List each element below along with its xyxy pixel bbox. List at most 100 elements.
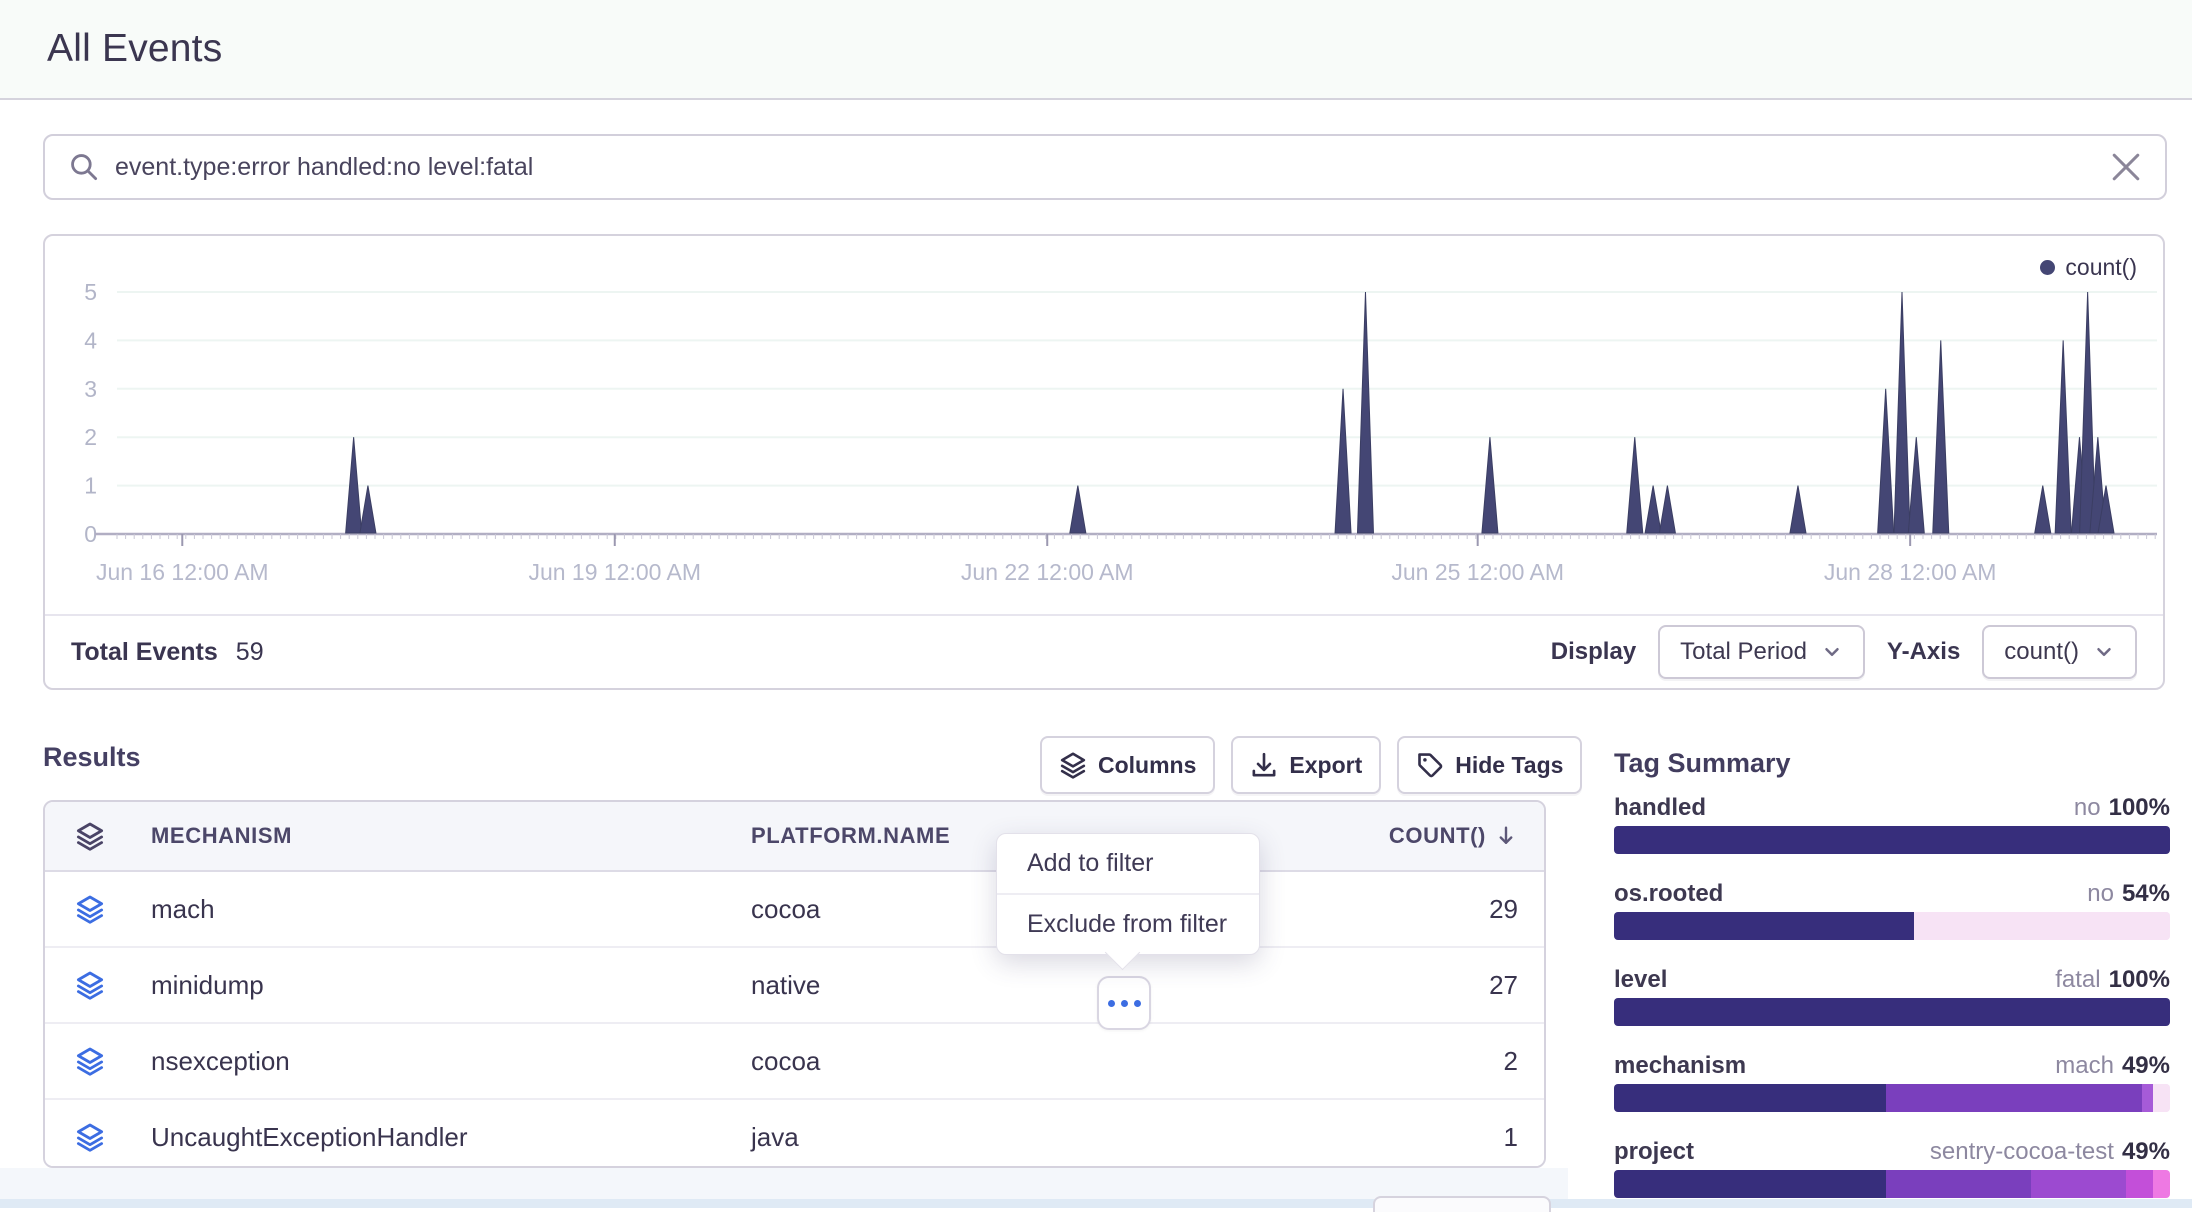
page-title: All Events [47, 27, 222, 71]
tag-summary-list: handledno100% os.rootedno54% levelfatal100… [1614, 794, 2170, 1198]
export-button-label: Export [1289, 752, 1362, 779]
yaxis-select-value: count() [2004, 638, 2079, 666]
tag-bar-segment[interactable] [2142, 1084, 2153, 1112]
tag-distribution-bar[interactable] [1614, 1170, 2170, 1198]
search-bar[interactable]: event.type:error handled:no level:fatal [43, 134, 2167, 200]
tag-summary-group: project sentry-cocoa-test49% [1614, 1138, 2170, 1198]
sort-desc-icon [1494, 824, 1518, 848]
tag-top-value: mach49% [2055, 1052, 2170, 1080]
stack-row-icon[interactable] [75, 1122, 105, 1152]
tag-bar-segment[interactable] [1886, 1170, 2031, 1198]
pagination-button-partial[interactable] [1373, 1196, 1551, 1212]
events-chart-panel: count() 012345Jun 16 12:00 AMJun 19 12:0… [43, 234, 2165, 690]
tag-bar-segment[interactable] [1614, 998, 2170, 1026]
download-icon [1250, 751, 1278, 779]
results-table: MECHANISM PLATFORM.NAME COUNT() machcoco… [43, 800, 1546, 1168]
search-icon [69, 152, 99, 182]
tag-summary-group: handledno100% [1614, 794, 2170, 854]
tag-name: level [1614, 966, 1667, 994]
menu-item-add-to-filter[interactable]: Add to filter [997, 834, 1259, 893]
yaxis-select[interactable]: count() [1982, 625, 2137, 679]
cell-mechanism[interactable]: nsexception [135, 1046, 735, 1077]
search-input[interactable]: event.type:error handled:no level:fatal [115, 153, 2111, 182]
tag-bar-segment[interactable] [1614, 1170, 1886, 1198]
clear-search-icon[interactable] [2111, 152, 2141, 182]
table-row[interactable]: UncaughtExceptionHandlerjava1 [45, 1100, 1544, 1168]
table-row[interactable]: nsexceptioncocoa2 [45, 1024, 1544, 1100]
cell-count: 1 [1295, 1122, 1544, 1153]
tag-distribution-bar[interactable] [1614, 998, 2170, 1026]
tag-bar-segment[interactable] [2153, 1084, 2170, 1112]
cell-count: 2 [1295, 1046, 1544, 1077]
tag-bar-segment[interactable] [1914, 912, 2170, 940]
svg-text:1: 1 [84, 473, 97, 499]
tag-label-row: handledno100% [1614, 794, 2170, 826]
total-events-value: 59 [236, 638, 264, 667]
cell-platform[interactable]: cocoa [735, 1046, 1295, 1077]
display-select[interactable]: Total Period [1658, 625, 1865, 679]
tag-bar-segment[interactable] [2153, 1170, 2170, 1198]
tag-summary-panel: Tag Summary handledno100% os.rootedno54% l… [1614, 736, 2170, 1198]
tag-top-value: sentry-cocoa-test49% [1930, 1138, 2170, 1166]
total-events-label: Total Events [71, 638, 218, 667]
cell-mechanism[interactable]: mach [135, 894, 735, 925]
cell-mechanism[interactable]: minidump [135, 970, 735, 1001]
results-toolbar: Columns Export Hide Tags [1040, 736, 1582, 794]
tag-bar-segment[interactable] [1614, 912, 1914, 940]
columns-button-label: Columns [1098, 752, 1196, 779]
column-header-count[interactable]: COUNT() [1295, 823, 1544, 849]
tag-top-value: no100% [2074, 794, 2170, 822]
column-header-mechanism[interactable]: MECHANISM [135, 823, 735, 849]
results-title: Results [43, 742, 141, 773]
tag-bar-segment[interactable] [2031, 1170, 2126, 1198]
tag-label-row: mechanism mach49% [1614, 1052, 2170, 1084]
export-button[interactable]: Export [1231, 736, 1381, 794]
app-header: All Events [0, 0, 2192, 100]
tag-label-row: levelfatal100% [1614, 966, 2170, 998]
tag-name: project [1614, 1138, 1694, 1166]
stack-row-icon[interactable] [75, 1046, 105, 1076]
svg-text:2: 2 [84, 424, 97, 450]
table-row[interactable]: machcocoa29 [45, 872, 1544, 948]
ellipsis-dot [1121, 1000, 1128, 1007]
svg-text:3: 3 [84, 376, 97, 402]
svg-text:4: 4 [84, 327, 97, 353]
tag-label-row: project sentry-cocoa-test49% [1614, 1138, 2170, 1170]
cell-platform[interactable]: native [735, 970, 1295, 1001]
events-chart[interactable]: 012345Jun 16 12:00 AMJun 19 12:00 AMJun … [45, 236, 2163, 612]
columns-button[interactable]: Columns [1040, 736, 1215, 794]
tag-bar-segment[interactable] [1614, 1084, 1886, 1112]
hide-tags-button[interactable]: Hide Tags [1397, 736, 1582, 794]
tag-distribution-bar[interactable] [1614, 912, 2170, 940]
stack-header-icon[interactable] [75, 821, 105, 851]
tag-bar-segment[interactable] [2126, 1170, 2154, 1198]
ellipsis-dot [1134, 1000, 1141, 1007]
tag-distribution-bar[interactable] [1614, 826, 2170, 854]
tag-summary-group: os.rootedno54% [1614, 880, 2170, 940]
cell-count: 29 [1295, 894, 1544, 925]
cell-context-menu: Add to filter Exclude from filter [996, 833, 1260, 955]
chart-legend[interactable]: count() [2040, 254, 2137, 281]
tag-summary-title: Tag Summary [1614, 748, 2170, 780]
tag-name: mechanism [1614, 1052, 1746, 1080]
tag-bar-segment[interactable] [1614, 826, 2170, 854]
display-label: Display [1551, 638, 1636, 666]
stack-row-icon[interactable] [75, 894, 105, 924]
table-body: machcocoa29minidumpnative27nsexceptionco… [45, 872, 1544, 1168]
tag-bar-segment[interactable] [1886, 1084, 2142, 1112]
table-row[interactable]: minidumpnative27 [45, 948, 1544, 1024]
cell-platform[interactable]: java [735, 1122, 1295, 1153]
tag-icon [1416, 751, 1444, 779]
chevron-down-icon [2093, 641, 2115, 663]
table-header-row: MECHANISM PLATFORM.NAME COUNT() [45, 802, 1544, 872]
stack-row-icon[interactable] [75, 970, 105, 1000]
chart-panel-footer: Total Events 59 Display Total Period Y-A… [45, 614, 2163, 688]
layers-icon [1059, 751, 1087, 779]
column-header-count-label: COUNT() [1389, 823, 1486, 849]
svg-text:Jun 28 12:00 AM: Jun 28 12:00 AM [1824, 559, 1997, 585]
tag-name: os.rooted [1614, 880, 1723, 908]
tag-distribution-bar[interactable] [1614, 1084, 2170, 1112]
cell-mechanism[interactable]: UncaughtExceptionHandler [135, 1122, 735, 1153]
more-options-button[interactable] [1097, 976, 1151, 1030]
legend-dot-icon [2040, 260, 2055, 275]
